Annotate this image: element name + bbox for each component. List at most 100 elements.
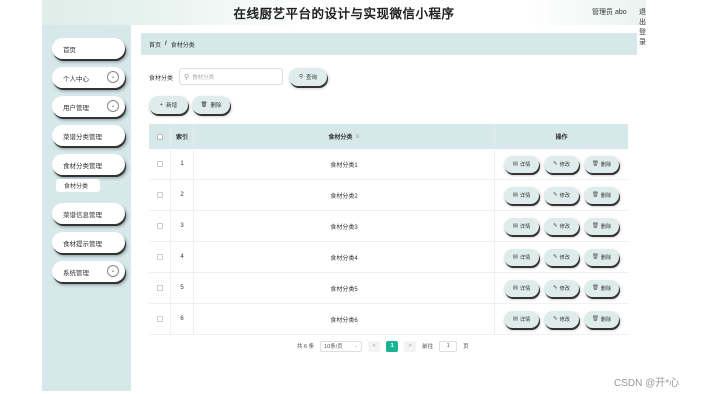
row-checkbox[interactable]	[156, 192, 163, 198]
sidebar-item-ingredient-category[interactable]: 食材分类管理	[52, 154, 125, 175]
pencil-icon: ✎	[553, 192, 558, 198]
sidebar-subitem-label: 食材分类	[64, 184, 89, 190]
row-name: 食材分类2	[194, 180, 495, 210]
header-ops: 操作	[555, 135, 568, 141]
bulk-delete-button-label: 删除	[210, 103, 222, 109]
pencil-icon: ✎	[553, 161, 558, 167]
detail-button[interactable]: ▤ 详情	[504, 217, 539, 235]
chevron-down-icon: ⌄	[107, 265, 119, 277]
row-actions: ▤ 详情 ✎ 修改 🗑 删除	[495, 273, 628, 303]
trash-icon: 🗑	[591, 223, 599, 229]
detail-button[interactable]: ▤ 详情	[504, 310, 539, 328]
edit-button[interactable]: ✎ 修改	[544, 310, 579, 328]
logout-link[interactable]: 退出登录	[639, 7, 646, 47]
document-icon: ▤	[512, 192, 518, 198]
app-title: 在线厨艺平台的设计与实现微信小程序	[233, 7, 455, 21]
row-name: 食材分类6	[194, 304, 495, 334]
table-header: 索引 食材分类 ⇅ 操作	[149, 124, 628, 149]
pagination: 共 6 条 10条/页 ⌄ < 1 > 前往 1 页	[297, 340, 469, 352]
delete-button[interactable]: 🗑 删除	[584, 217, 619, 235]
pencil-icon: ✎	[553, 316, 558, 322]
goto-page-input[interactable]: 1	[439, 340, 458, 352]
search-label: 食材分类	[149, 76, 174, 82]
detail-button-label: 详情	[519, 285, 531, 292]
delete-button[interactable]: 🗑 删除	[584, 310, 619, 328]
document-icon: ▤	[512, 161, 518, 167]
delete-button-label: 删除	[600, 223, 612, 230]
delete-button[interactable]: 🗑 删除	[584, 248, 619, 266]
page-size-select[interactable]: 10条/页 ⌄	[320, 340, 363, 352]
detail-button-label: 详情	[519, 254, 531, 261]
trash-icon: 🗑	[591, 254, 599, 260]
detail-button[interactable]: ▤ 详情	[504, 279, 539, 297]
edit-button-label: 修改	[559, 192, 570, 199]
table-row: 5 食材分类5 ▤ 详情 ✎ 修改 🗑 删除	[149, 273, 628, 304]
edit-button[interactable]: ✎ 修改	[544, 186, 579, 204]
breadcrumb-home[interactable]: 首页	[149, 40, 161, 49]
sidebar-item-label: 系统管理	[63, 269, 89, 277]
goto-label: 前往	[422, 344, 434, 350]
detail-button[interactable]: ▤ 详情	[504, 248, 539, 266]
query-button[interactable]: ⚲ 查询	[289, 68, 327, 86]
trash-icon: 🗑	[591, 316, 599, 322]
delete-button-label: 删除	[600, 254, 612, 261]
sidebar-item-recipe-category[interactable]: 菜谱分类管理	[52, 125, 125, 146]
trash-icon: 🗑	[591, 192, 599, 198]
pencil-icon: ✎	[553, 223, 558, 229]
row-index: 5	[171, 273, 194, 303]
sidebar-item-personal-center[interactable]: 个人中心 ⌄	[52, 67, 125, 88]
edit-button[interactable]: ✎ 修改	[544, 155, 579, 173]
bulk-delete-button[interactable]: 🗑 删除	[192, 96, 230, 114]
table-row: 3 食材分类3 ▤ 详情 ✎ 修改 🗑 删除	[149, 211, 628, 242]
page-size-value: 10条/页	[324, 344, 343, 350]
detail-button-label: 详情	[519, 316, 531, 323]
sidebar-item-ingredient-tips[interactable]: 食材提示管理	[52, 232, 125, 253]
select-all-checkbox[interactable]	[156, 133, 163, 140]
row-checkbox[interactable]	[156, 285, 163, 291]
delete-button[interactable]: 🗑 删除	[584, 186, 619, 204]
delete-button[interactable]: 🗑 删除	[584, 155, 619, 173]
sidebar-item-recipe-info[interactable]: 菜谱信息管理	[52, 203, 125, 224]
row-name: 食材分类1	[194, 149, 495, 179]
detail-button-label: 详情	[519, 223, 531, 230]
edit-button[interactable]: ✎ 修改	[544, 248, 579, 266]
sidebar-item-label: 食材分类管理	[63, 162, 102, 170]
edit-button[interactable]: ✎ 修改	[544, 217, 579, 235]
row-actions: ▤ 详情 ✎ 修改 🗑 删除	[495, 242, 628, 272]
sidebar-item-label: 用户管理	[63, 104, 89, 112]
detail-button[interactable]: ▤ 详情	[504, 155, 539, 173]
sidebar-item-system-management[interactable]: 系统管理 ⌄	[52, 261, 125, 282]
row-checkbox[interactable]	[156, 316, 163, 322]
row-checkbox-cell	[149, 242, 171, 272]
sidebar-item-label: 菜谱信息管理	[63, 211, 102, 219]
detail-button[interactable]: ▤ 详情	[504, 186, 539, 204]
watermark: CSDN @开*心	[614, 378, 680, 389]
page-number-current[interactable]: 1	[386, 340, 399, 352]
sidebar-subitem-ingredient-category[interactable]: 食材分类	[56, 179, 100, 192]
detail-button-label: 详情	[519, 192, 531, 199]
edit-button[interactable]: ✎ 修改	[544, 279, 579, 297]
sort-icon[interactable]: ⇅	[355, 134, 359, 140]
chevron-down-icon: ⌄	[107, 100, 119, 112]
prev-page-button[interactable]: <	[368, 340, 381, 352]
sidebar: 首页 个人中心 ⌄ 用户管理 ⌄ 菜谱分类管理 食材分类管理 食材分类 菜谱信息…	[42, 25, 131, 391]
row-actions: ▤ 详情 ✎ 修改 🗑 删除	[495, 211, 628, 241]
sidebar-item-home[interactable]: 首页	[52, 38, 125, 59]
sidebar-item-user-management[interactable]: 用户管理 ⌄	[52, 96, 125, 117]
sidebar-item-label: 首页	[63, 46, 76, 54]
row-index: 3	[171, 211, 194, 241]
row-checkbox[interactable]	[156, 161, 163, 167]
table-row: 4 食材分类4 ▤ 详情 ✎ 修改 🗑 删除	[149, 242, 628, 273]
header-name[interactable]: 食材分类 ⇅	[194, 124, 495, 149]
add-button[interactable]: + 新增	[149, 96, 188, 114]
edit-button-label: 修改	[559, 285, 570, 292]
delete-button[interactable]: 🗑 删除	[584, 279, 619, 297]
row-index: 2	[171, 180, 194, 210]
search-input[interactable]: ⚲ 食材分类	[179, 68, 283, 85]
row-checkbox[interactable]	[156, 254, 163, 260]
row-checkbox-cell	[149, 304, 171, 334]
row-checkbox[interactable]	[156, 223, 163, 229]
detail-button-label: 详情	[519, 161, 531, 168]
search-icon: ⚲	[298, 74, 303, 80]
next-page-button[interactable]: >	[404, 340, 417, 352]
